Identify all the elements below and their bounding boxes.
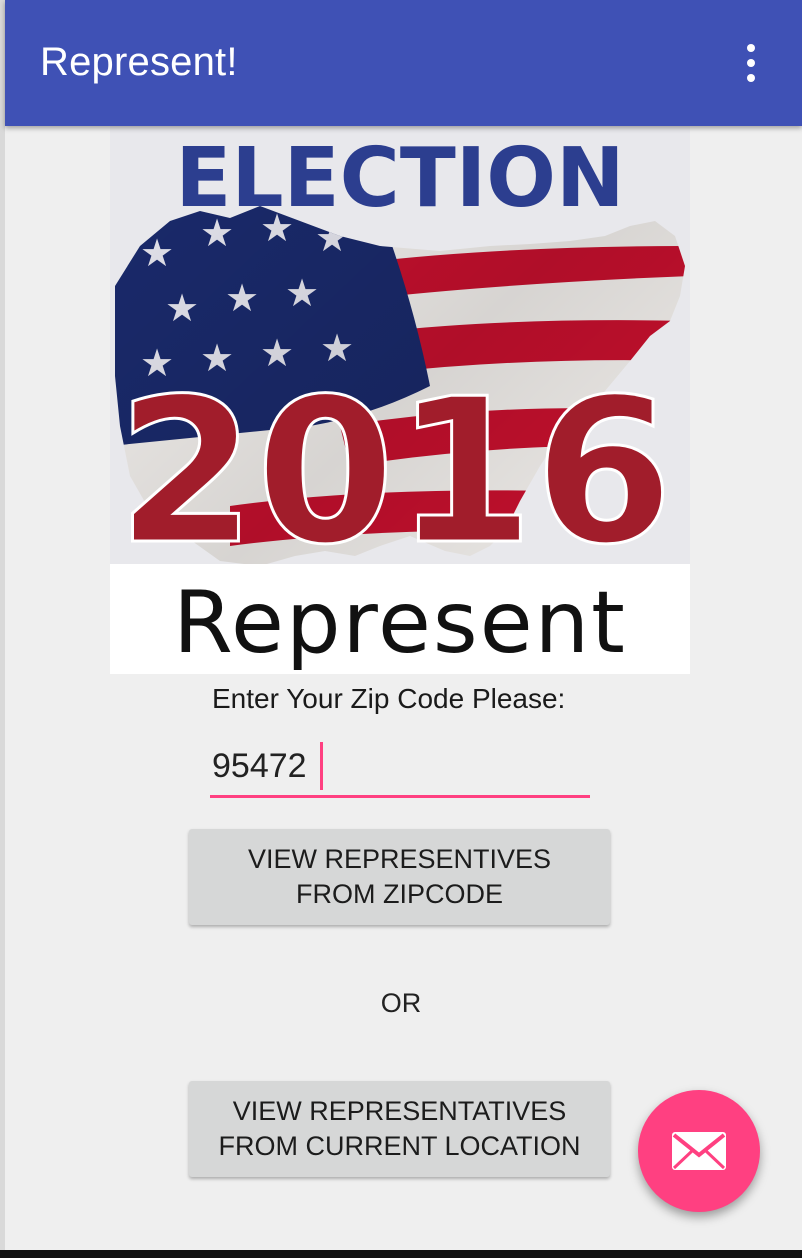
view-representatives-zipcode-label: VIEW REPRESENTIVES FROM ZIPCODE — [247, 844, 552, 909]
banner-heading: ELECTION — [175, 131, 624, 226]
wordmark-graphic: Represent — [173, 573, 627, 673]
represent-wordmark: Represent — [110, 564, 690, 674]
app-bar: Represent! — [5, 0, 802, 126]
zip-code-input[interactable] — [210, 738, 590, 798]
zip-code-label: Enter Your Zip Code Please: — [212, 683, 566, 714]
mail-icon — [672, 1132, 726, 1170]
banner-year: 2016 — [117, 356, 674, 589]
window-edge — [0, 0, 5, 1258]
wordmark-text: Represent — [173, 573, 627, 673]
text-cursor — [320, 742, 323, 790]
more-vertical-icon[interactable] — [744, 44, 758, 82]
election-banner-image: ★ ★ ★ ★ ★ ★ ★ ★ ★ ★ ★ ELECTION 2016 Repr… — [110, 126, 690, 674]
view-representatives-location-button[interactable]: VIEW REPRESENTATIVES FROM CURRENT LOCATI… — [189, 1081, 610, 1177]
compose-mail-fab[interactable] — [638, 1090, 760, 1212]
app-title: Represent! — [40, 40, 238, 84]
or-separator: OR — [380, 988, 422, 1018]
screen-bottom-edge — [0, 1250, 802, 1258]
view-representatives-zipcode-button[interactable]: VIEW REPRESENTIVES FROM ZIPCODE — [189, 829, 610, 925]
view-representatives-location-label: VIEW REPRESENTATIVES FROM CURRENT LOCATI… — [218, 1096, 581, 1161]
